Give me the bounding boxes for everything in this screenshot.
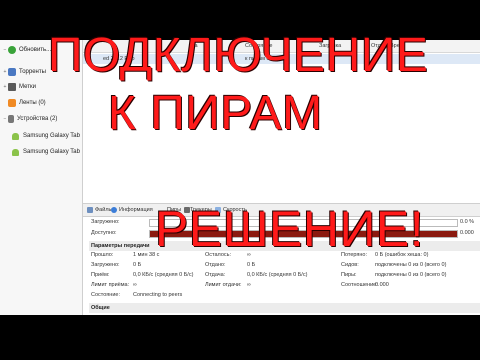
param-label: Сидов: <box>341 262 359 268</box>
sidebar-item-label: Устройства (2) <box>17 116 58 122</box>
param-label: Отдача: <box>205 272 226 278</box>
torrents-icon <box>8 68 16 76</box>
downloaded-value: 0.0 % <box>460 219 475 225</box>
general-section-title: Общие <box>89 303 480 313</box>
param-label: Лимит отдачи: <box>205 282 242 288</box>
labels-icon <box>8 83 16 91</box>
param-label: Состояние: <box>91 292 120 298</box>
param-label: Пиры: <box>341 272 357 278</box>
sidebar-item-label: Торренты <box>19 69 46 75</box>
sidebar-item-label: Ленты (0) <box>19 100 46 106</box>
device-label: Samsung Galaxy Tab <box>23 133 80 139</box>
param-label: Отдано: <box>205 262 226 268</box>
downloaded-label: Загружено: <box>91 219 120 225</box>
param-label: Загружено: <box>91 262 120 268</box>
param-value: 0.000 <box>375 282 389 288</box>
device-label: Samsung Galaxy Tab <box>23 149 80 155</box>
device-item[interactable]: Samsung Galaxy Tab <box>12 146 80 158</box>
param-value: ∞ <box>133 282 137 288</box>
android-icon <box>12 148 19 156</box>
overlay-title-line1: ПОДКЛЮЧЕНИЕ <box>48 29 429 82</box>
param-label: Лимит приёма: <box>91 282 130 288</box>
info-icon <box>111 207 117 213</box>
param-value: 0 Б <box>247 262 256 268</box>
device-item[interactable]: Samsung Galaxy Tab <box>12 130 80 142</box>
transfer-params: Прошло: 1 мин 38 с Осталось: ∞ Потеряно: 0 Б … <box>83 252 480 304</box>
sidebar-item-feeds[interactable]: Ленты (0) <box>2 97 46 109</box>
param-value: 0 Б <box>133 262 142 268</box>
param-value: 0,0 КБ/с (средняя 0 Б/с) <box>247 272 308 278</box>
param-label: Прошло: <box>91 252 114 258</box>
param-label: Приём: <box>91 272 110 278</box>
sidebar-item-devices[interactable]: − Устройства (2) <box>2 113 57 125</box>
param-value: подключены 0 из 0 (всего 0) <box>375 272 447 278</box>
tab-info[interactable]: Информация <box>111 207 153 213</box>
sidebar-item-labels[interactable]: + Метки <box>2 81 36 93</box>
rss-icon <box>8 99 16 107</box>
available-label: Доступно: <box>91 230 117 236</box>
files-icon <box>87 207 93 213</box>
param-value: Connecting to peers <box>133 292 183 298</box>
android-icon <box>12 132 19 140</box>
devices-icon <box>8 115 14 123</box>
refresh-icon <box>8 46 16 54</box>
available-value: 0.000 <box>460 230 474 236</box>
overlay-solution: РЕШЕНИЕ! <box>155 201 425 257</box>
overlay-title-line2: К ПИРАМ <box>108 87 323 140</box>
param-value: 0,0 КБ/с (средняя 0 Б/с) <box>133 272 194 278</box>
tab-files[interactable]: Файлы <box>87 207 112 213</box>
sidebar-item-label: Метки <box>19 84 36 90</box>
sidebar-item-torrents[interactable]: + Торренты <box>2 66 46 78</box>
param-value: ∞ <box>247 282 251 288</box>
param-value: подключены 0 из 0 (всего 0) <box>375 262 447 268</box>
param-label: Соотношение: <box>341 282 378 288</box>
